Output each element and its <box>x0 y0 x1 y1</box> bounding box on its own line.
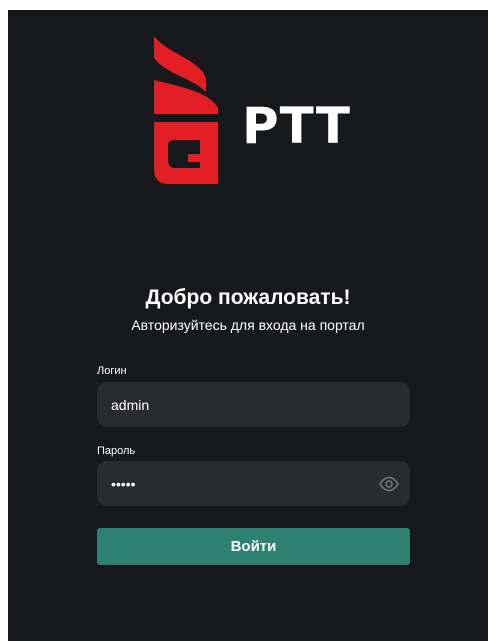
logo-mark-icon <box>154 36 218 184</box>
login-label: Логин <box>97 365 127 377</box>
welcome-subtitle: Авторизуйтесь для входа на портал <box>131 317 365 333</box>
login-input[interactable] <box>97 382 410 427</box>
password-label: Пароль <box>97 445 136 457</box>
welcome-title: Добро пожаловать! <box>145 286 351 309</box>
login-submit-button[interactable]: Войти <box>97 528 410 565</box>
login-screen: PTT Добро пожаловать! Авторизуйтесь для … <box>8 10 488 641</box>
password-input[interactable] <box>97 461 410 506</box>
brand-logo: PTT <box>148 36 368 186</box>
logo-text: PTT <box>242 97 352 155</box>
eye-icon[interactable] <box>379 476 399 492</box>
